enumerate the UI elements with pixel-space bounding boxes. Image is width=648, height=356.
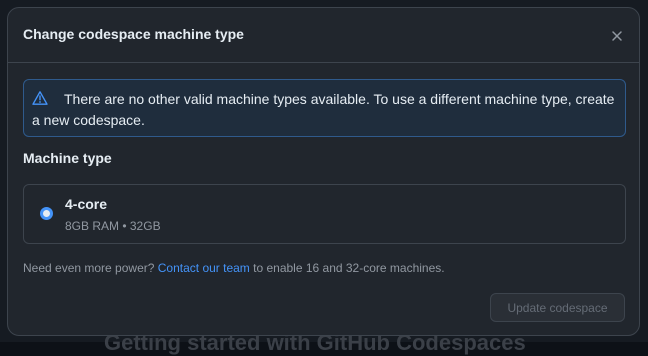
machine-option-4-core[interactable]: 4-core 8GB RAM • 32GB xyxy=(23,184,626,244)
machine-option-name: 4-core xyxy=(65,196,108,212)
note-suffix: to enable 16 and 32-core machines. xyxy=(249,261,445,275)
change-machine-type-dialog: Change codespace machine type There are … xyxy=(7,7,640,336)
dialog-header: Change codespace machine type xyxy=(8,8,639,63)
machine-radio-selected[interactable] xyxy=(40,207,53,220)
dialog-title: Change codespace machine type xyxy=(23,26,244,42)
machine-option-description: 8GB RAM • 32GB xyxy=(65,219,161,233)
note-prefix: Need even more power? xyxy=(23,261,158,275)
machine-type-label: Machine type xyxy=(23,150,112,166)
info-flash: There are no other valid machine types a… xyxy=(23,79,626,137)
update-codespace-button[interactable]: Update codespace xyxy=(490,293,625,322)
flash-message: There are no other valid machine types a… xyxy=(32,91,615,128)
close-button[interactable] xyxy=(603,22,631,50)
upgrade-note: Need even more power? Contact our team t… xyxy=(23,261,445,275)
close-icon xyxy=(612,31,622,41)
contact-team-link[interactable]: Contact our team xyxy=(158,261,250,275)
